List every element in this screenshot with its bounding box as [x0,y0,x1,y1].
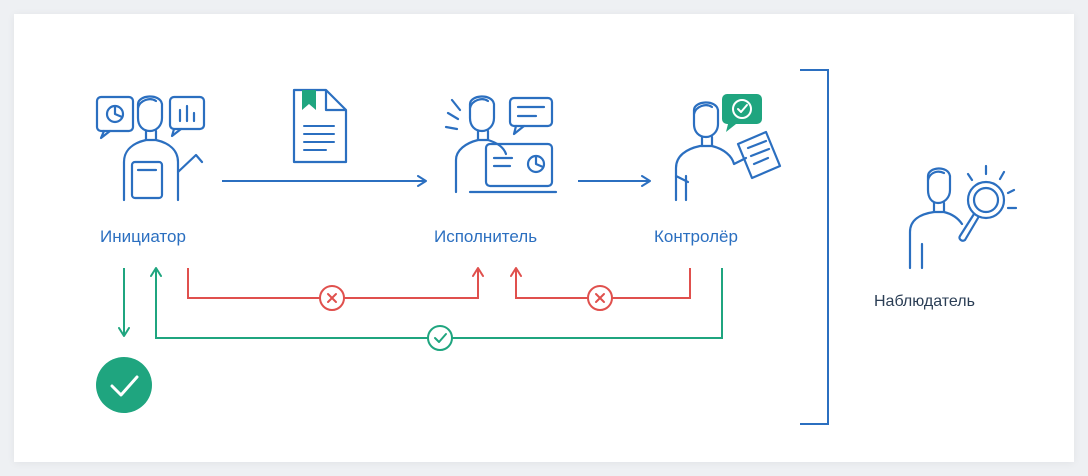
observer-bracket [800,69,829,425]
observer-label: Наблюдатель [874,293,975,310]
done-check-circle-icon [96,357,152,413]
initiator-label: Инициатор [100,227,186,246]
reject-x-icon [319,285,345,311]
approval-badge-icon [722,94,762,132]
reject-x-icon [587,285,613,311]
observer-person-icon [908,164,1018,270]
approve-check-icon [427,325,453,351]
controller-label: Контролёр [654,227,738,246]
document-icon [292,88,348,164]
initiator-person-icon [95,95,206,202]
executor-label: Исполнитель [434,227,538,246]
executor-person-icon [444,95,558,194]
